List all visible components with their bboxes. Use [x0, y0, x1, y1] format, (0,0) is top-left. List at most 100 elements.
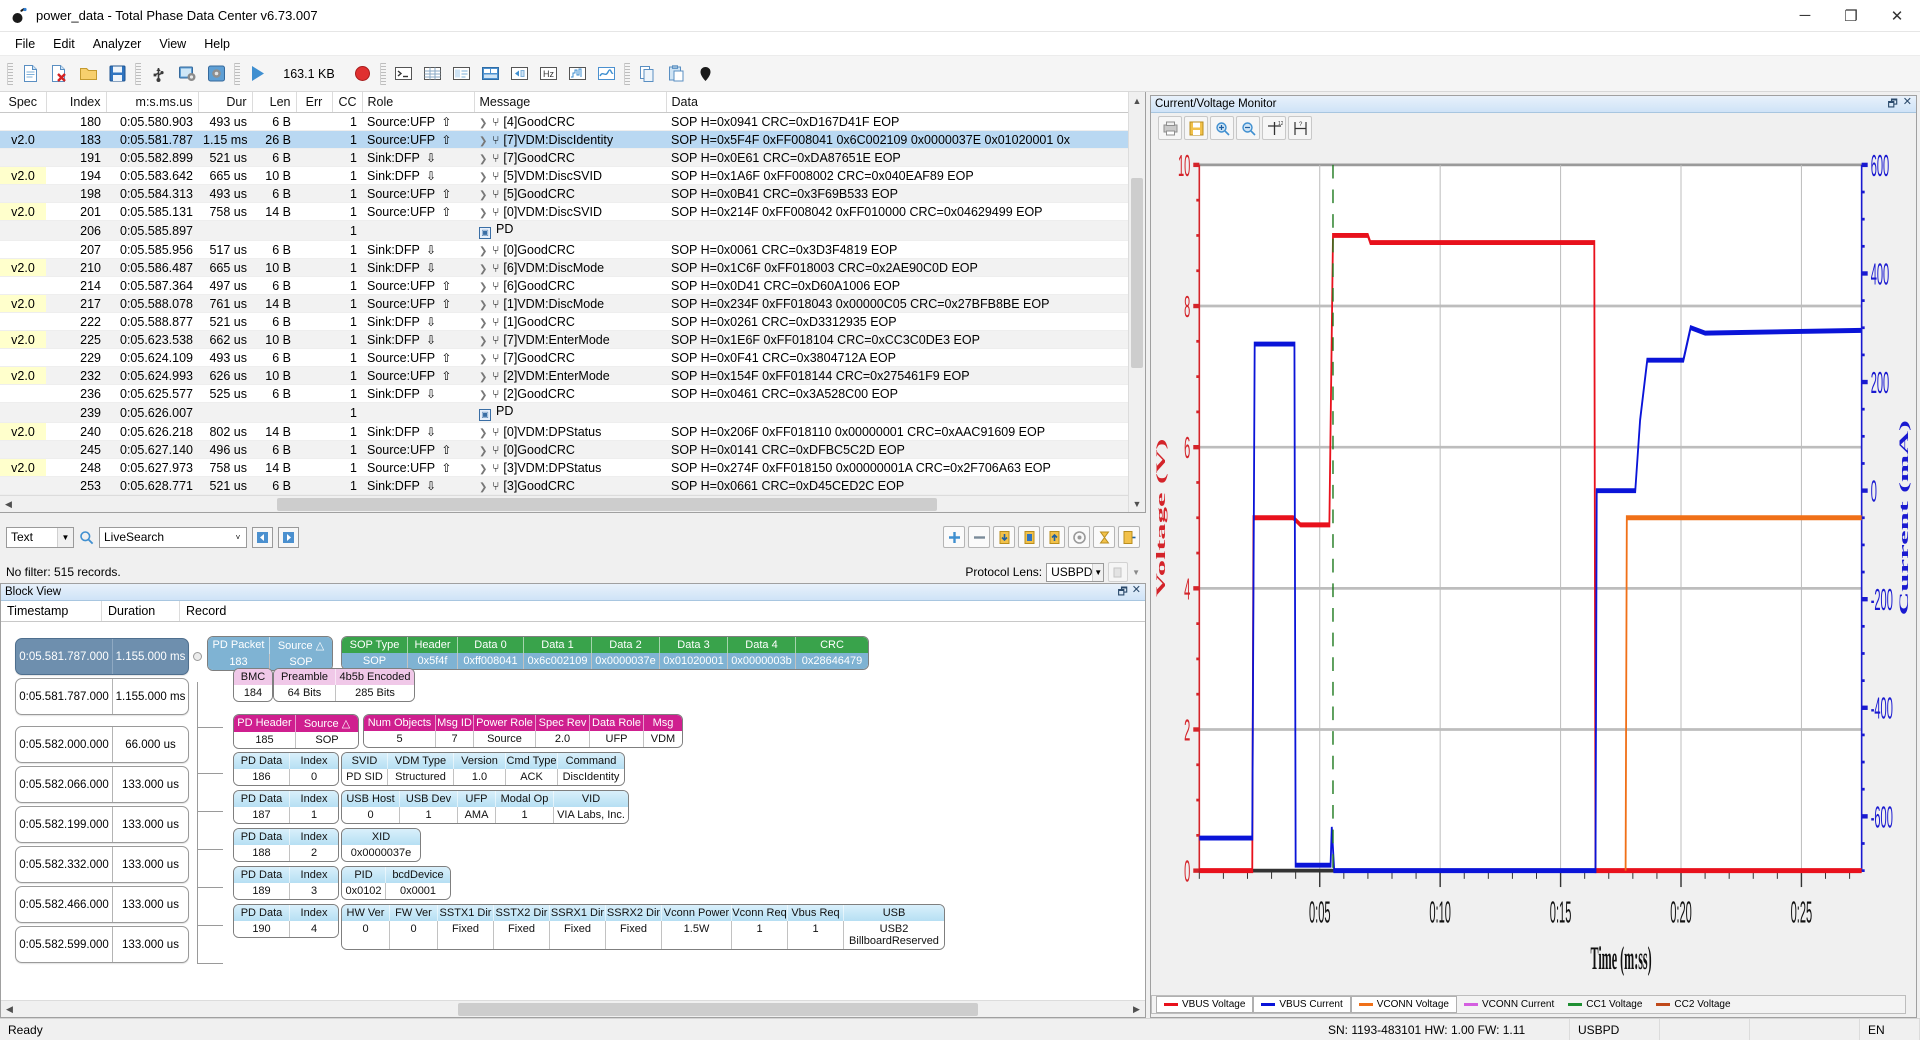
maximize-button[interactable]: ❐: [1828, 0, 1874, 32]
column-header-len[interactable]: Len: [252, 92, 296, 113]
expand-row-icon[interactable]: ❯: [479, 208, 487, 219]
block-view-hscrollbar[interactable]: ◀ ▶: [1, 1000, 1145, 1017]
table-row[interactable]: v2.02010:05.585.131758 us14 B1Source:UFP…: [0, 203, 1145, 221]
close-panel-icon[interactable]: ✕: [1132, 583, 1141, 602]
bv-scroll-left-icon[interactable]: ◀: [1, 1004, 18, 1015]
table-row[interactable]: v2.02320:05.624.993626 us10 B1Source:UFP…: [0, 367, 1145, 385]
timeline-row[interactable]: 0:05.582.466.000133.000 us: [15, 886, 189, 923]
block-pd-data-1[interactable]: PD DataIndex1871: [233, 790, 339, 824]
timeline-row[interactable]: 0:05.582.332.000133.000 us: [15, 846, 189, 883]
table-row[interactable]: v2.02250:05.623.538662 us10 B1Sink:DFP ⇩…: [0, 331, 1145, 349]
table-row[interactable]: 2140:05.587.364497 us6 B1Source:UFP ⇧❯⑂[…: [0, 277, 1145, 295]
block-col-duration[interactable]: Duration: [102, 601, 180, 621]
filter-out-icon[interactable]: [1043, 526, 1065, 548]
column-header-dur[interactable]: Dur: [198, 92, 252, 113]
block-pd-data-4-detail[interactable]: HW VerFW VerSSTX1 DirSSTX2 DirSSRX1 DirS…: [341, 904, 945, 950]
filter-clear-icon[interactable]: [1018, 526, 1040, 548]
toolbar-grip-2[interactable]: [135, 63, 141, 85]
hscroll-track[interactable]: [17, 498, 1128, 511]
print-icon[interactable]: [1158, 116, 1182, 140]
legend-item[interactable]: VCONN Voltage: [1351, 996, 1457, 1013]
expand-row-icon[interactable]: ❯: [479, 464, 487, 475]
detail-view-icon[interactable]: [448, 60, 475, 87]
table-row[interactable]: 2220:05.588.877521 us6 B1Sink:DFP ⇩❯⑂[1]…: [0, 313, 1145, 331]
expand-row-icon[interactable]: ❯: [479, 190, 487, 201]
table-row[interactable]: 2450:05.627.140496 us6 B1Source:UFP ⇧❯⑂[…: [0, 441, 1145, 459]
minimize-button[interactable]: ─: [1782, 0, 1828, 32]
toolbar-grip-4[interactable]: [380, 63, 386, 85]
column-header-cc[interactable]: CC: [332, 92, 362, 113]
packet-table-vscrollbar[interactable]: ▲ ▼: [1128, 92, 1145, 512]
settings-gear-icon[interactable]: [203, 60, 230, 87]
table-row[interactable]: 1800:05.580.903493 us6 B1Source:UFP ⇧❯⑂[…: [0, 113, 1145, 131]
hscroll-thumb[interactable]: [277, 498, 937, 511]
block-pd-data-4[interactable]: PD DataIndex1904: [233, 904, 339, 938]
timeline-row[interactable]: 0:05.582.199.000133.000 us: [15, 806, 189, 843]
table-view-icon[interactable]: [419, 60, 446, 87]
timeline-row[interactable]: 0:05.582.599.000133.000 us: [15, 926, 189, 963]
expand-row-icon[interactable]: ❯: [479, 336, 487, 347]
scroll-left-icon[interactable]: ◀: [0, 499, 17, 510]
block-pd-data-1-detail[interactable]: USB HostUSB DevUFPModal OpVID01AMA1VIA L…: [341, 790, 629, 824]
expand-row-icon[interactable]: ❯: [479, 118, 487, 129]
toolbar-grip-3[interactable]: [234, 63, 240, 85]
filter-in-icon[interactable]: [993, 526, 1015, 548]
block-pd-data-2-detail[interactable]: XID0x0000037e: [341, 828, 421, 862]
copy-icon[interactable]: [634, 60, 661, 87]
toolbar-grip-5[interactable]: [624, 63, 630, 85]
expand-row-icon[interactable]: ❯: [479, 318, 487, 329]
lens-options-icon[interactable]: [1108, 562, 1128, 582]
legend-item[interactable]: CC2 Voltage: [1649, 996, 1737, 1013]
expand-row-icon[interactable]: ❯: [479, 482, 487, 493]
zoom-in-icon[interactable]: [1210, 116, 1234, 140]
chart-icon[interactable]: [593, 60, 620, 87]
menu-view[interactable]: View: [150, 35, 195, 53]
open-folder-icon[interactable]: [75, 60, 102, 87]
column-header-time[interactable]: m:s.ms.us: [106, 92, 198, 113]
block-col-timestamp[interactable]: Timestamp: [1, 601, 102, 621]
console-icon[interactable]: [390, 60, 417, 87]
save-icon-graph[interactable]: [1184, 116, 1208, 140]
expand-row-icon[interactable]: ❯: [479, 264, 487, 275]
table-row[interactable]: 2530:05.628.771521 us6 B1Sink:DFP ⇩❯⑂[3]…: [0, 477, 1145, 495]
timeline-row[interactable]: 0:05.582.066.000133.000 us: [15, 766, 189, 803]
hourglass-icon[interactable]: [1093, 526, 1115, 548]
export-icon[interactable]: [1118, 526, 1140, 548]
legend-item[interactable]: VCONN Current: [1457, 996, 1561, 1013]
column-header-data[interactable]: Data: [666, 92, 1145, 113]
delete-document-icon[interactable]: [46, 60, 73, 87]
expand-row-icon[interactable]: ❯: [479, 372, 487, 383]
block-sop-detail[interactable]: SOP TypeHeaderData 0Data 1Data 2Data 3Da…: [341, 636, 869, 670]
measure-icon[interactable]: ?: [1288, 116, 1312, 140]
save-icon[interactable]: [104, 60, 131, 87]
column-header-message[interactable]: Message: [474, 92, 666, 113]
legend-item[interactable]: VBUS Current: [1253, 996, 1350, 1013]
run-icon[interactable]: [244, 60, 271, 87]
float-panel-icon-graph[interactable]: 🗗: [1887, 95, 1897, 114]
float-panel-icon[interactable]: 🗗: [1117, 583, 1127, 602]
legend-item[interactable]: CC1 Voltage: [1561, 996, 1649, 1013]
block-pd-data-0[interactable]: PD DataIndex1860: [233, 752, 339, 786]
menu-file[interactable]: File: [6, 35, 44, 53]
column-header-index[interactable]: Index: [46, 92, 106, 113]
table-row[interactable]: v2.02480:05.627.973758 us14 B1Source:UFP…: [0, 459, 1145, 477]
table-row[interactable]: v2.02400:05.626.218802 us14 B1Sink:DFP ⇩…: [0, 423, 1145, 441]
record-icon[interactable]: [349, 60, 376, 87]
scroll-up-icon[interactable]: ▲: [1129, 92, 1145, 109]
expand-row-icon[interactable]: ❯: [479, 136, 487, 147]
vscroll-thumb[interactable]: [1131, 178, 1143, 368]
expand-row-icon[interactable]: ❯: [479, 446, 487, 457]
current-voltage-chart[interactable]: 0246810Voltage (V)-600-400-2000200400600…: [1151, 143, 1916, 991]
lan-view-icon[interactable]: Hz: [535, 60, 562, 87]
bv-hscroll-track[interactable]: [18, 1003, 1128, 1016]
table-row[interactable]: 2060:05.585.8971▣PD: [0, 221, 1145, 241]
block-expand-dot[interactable]: [193, 652, 202, 661]
table-row[interactable]: v2.02170:05.588.078761 us14 B1Source:UFP…: [0, 295, 1145, 313]
zoom-out-icon[interactable]: [1236, 116, 1260, 140]
column-header-role[interactable]: Role: [362, 92, 474, 113]
block-bmc[interactable]: BMC184: [233, 668, 273, 702]
column-header-err[interactable]: Err: [296, 92, 332, 113]
table-row[interactable]: 2070:05.585.956517 us6 B1Sink:DFP ⇩❯⑂[0]…: [0, 241, 1145, 259]
bv-scroll-right-icon[interactable]: ▶: [1128, 1004, 1145, 1015]
table-row[interactable]: v2.02100:05.586.487665 us10 B1Sink:DFP ⇩…: [0, 259, 1145, 277]
